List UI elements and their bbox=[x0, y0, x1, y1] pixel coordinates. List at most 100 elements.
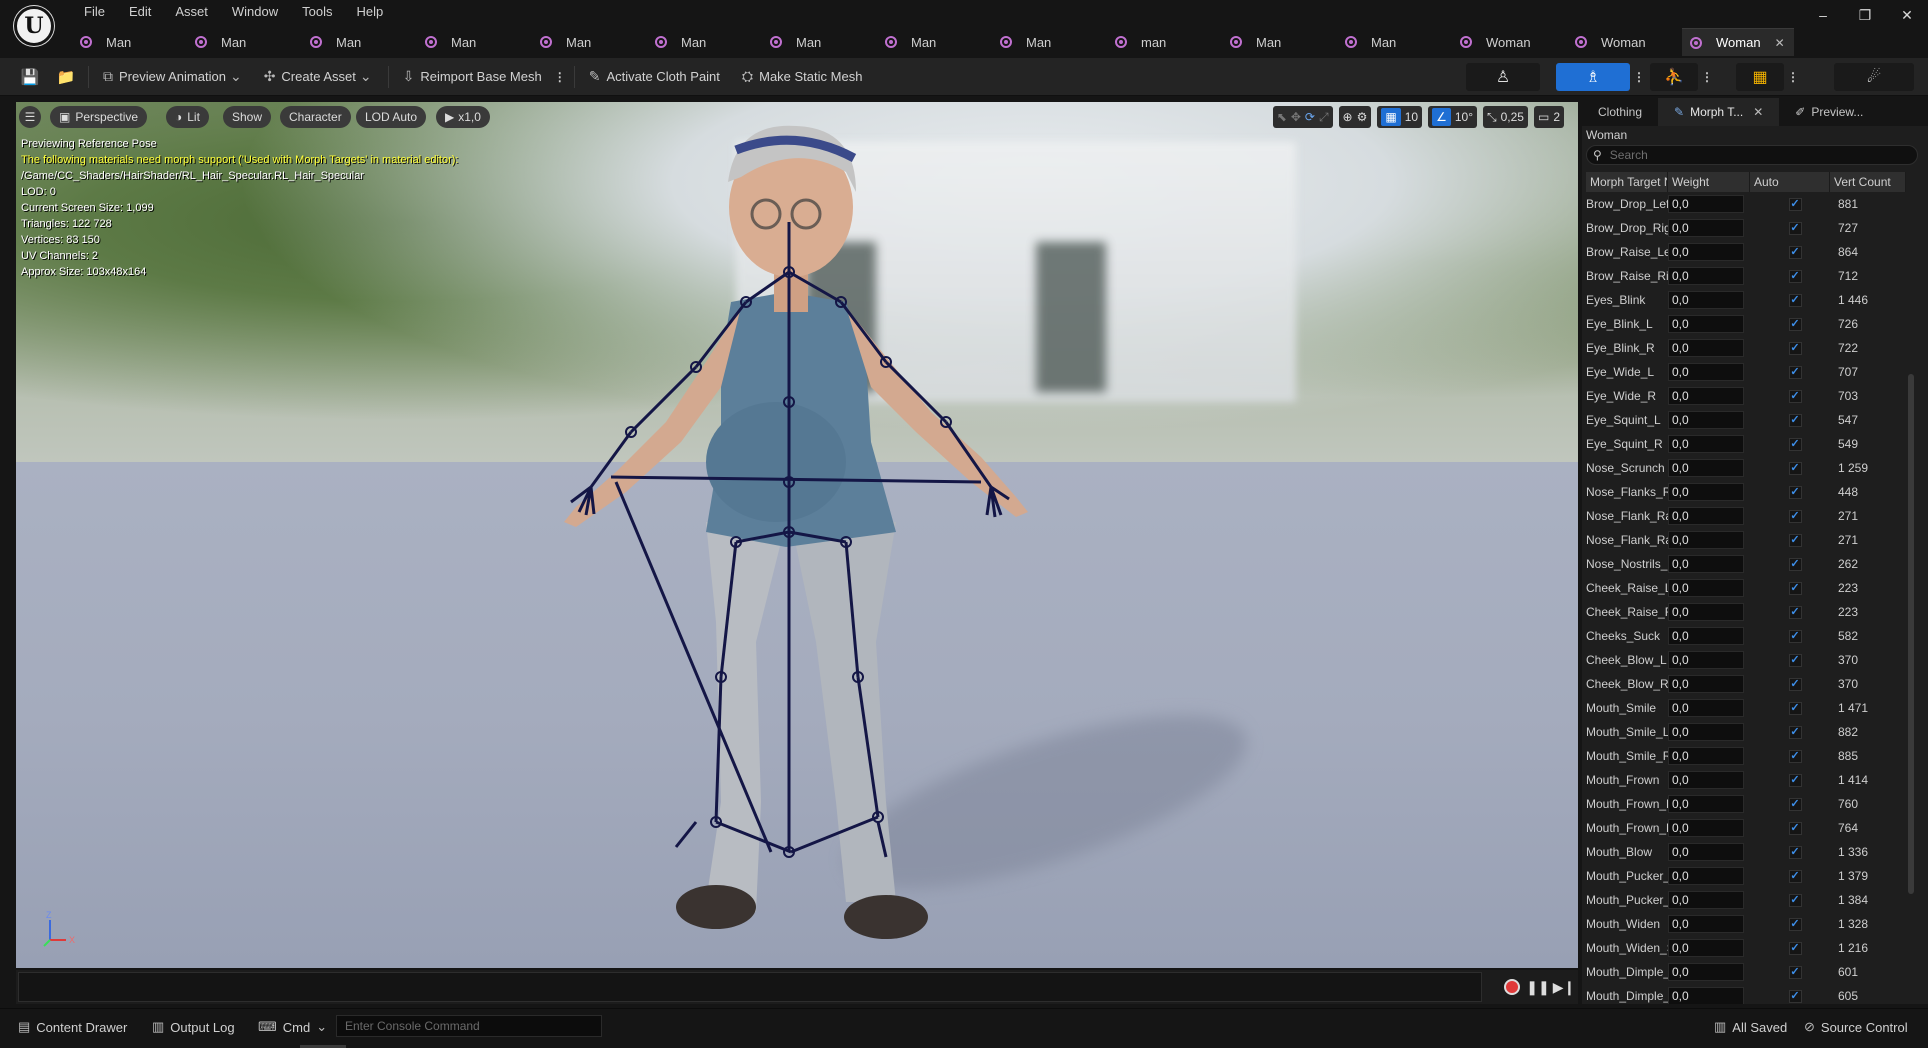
weight-input[interactable]: 0,0 bbox=[1668, 411, 1744, 429]
weight-input[interactable]: 0,0 bbox=[1668, 339, 1744, 357]
step-forward-icon[interactable]: ▶❙ bbox=[1553, 977, 1576, 997]
table-row[interactable]: Nose_Scrunch 0,0 ✓ 1 259 bbox=[1586, 456, 1906, 480]
playback-speed-button[interactable]: ▶ x1,0 bbox=[436, 106, 490, 128]
menu-window[interactable]: Window bbox=[220, 3, 290, 21]
auto-checkbox[interactable]: ✓ bbox=[1788, 845, 1802, 859]
more-options-icon[interactable]: ⋮ bbox=[1698, 70, 1716, 84]
table-row[interactable]: Brow_Drop_Left 0,0 ✓ 881 bbox=[1586, 192, 1906, 216]
table-row[interactable]: Cheek_Raise_R 0,0 ✓ 223 bbox=[1586, 600, 1906, 624]
table-row[interactable]: Mouth_Widen_Sides0,0 ✓ 1 216 bbox=[1586, 936, 1906, 960]
auto-checkbox[interactable]: ✓ bbox=[1788, 869, 1802, 883]
tab-woman-active[interactable]: Woman ✕ bbox=[1682, 28, 1794, 56]
cmd-dropdown[interactable]: ⌨ Cmd ⌄ bbox=[258, 1017, 333, 1037]
tab-man[interactable]: Man bbox=[532, 28, 647, 56]
more-options-icon[interactable]: ⋮ bbox=[1630, 70, 1648, 84]
table-row[interactable]: Brow_Drop_Right0,0 ✓ 727 bbox=[1586, 216, 1906, 240]
table-row[interactable]: Mouth_Smile_L 0,0 ✓ 882 bbox=[1586, 720, 1906, 744]
lod-button[interactable]: LOD Auto bbox=[356, 106, 427, 128]
weight-input[interactable]: 0,0 bbox=[1668, 723, 1744, 741]
rotate-icon[interactable]: ⟳ bbox=[1305, 110, 1315, 124]
column-header-vert-count[interactable]: Vert Count bbox=[1830, 172, 1906, 192]
grid-size-value[interactable]: 10 bbox=[1405, 110, 1418, 124]
lit-button[interactable]: ◑ Lit bbox=[166, 106, 209, 128]
weight-input[interactable]: 0,0 bbox=[1668, 987, 1744, 1004]
weight-input[interactable]: 0,0 bbox=[1668, 819, 1744, 837]
preview-viewport[interactable]: ☰ ▣ Perspective ◑ Lit Show Character LOD A… bbox=[16, 102, 1578, 968]
blueprint-editor-icon[interactable]: ▦ bbox=[1736, 63, 1784, 91]
auto-checkbox[interactable]: ✓ bbox=[1788, 893, 1802, 907]
weight-input[interactable]: 0,0 bbox=[1668, 963, 1744, 981]
table-row[interactable]: Mouth_Frown_L 0,0 ✓ 760 bbox=[1586, 792, 1906, 816]
weight-input[interactable]: 0,0 bbox=[1668, 579, 1744, 597]
table-row[interactable]: Eye_Blink_R 0,0 ✓ 722 bbox=[1586, 336, 1906, 360]
weight-input[interactable]: 0,0 bbox=[1668, 363, 1744, 381]
tab-man[interactable]: Man bbox=[762, 28, 877, 56]
grid-snap-icon[interactable]: ▦ bbox=[1381, 108, 1401, 126]
search-input[interactable] bbox=[1609, 148, 1890, 162]
auto-checkbox[interactable]: ✓ bbox=[1788, 677, 1802, 691]
auto-checkbox[interactable]: ✓ bbox=[1788, 341, 1802, 355]
table-row[interactable]: Eye_Wide_L 0,0 ✓ 707 bbox=[1586, 360, 1906, 384]
weight-input[interactable]: 0,0 bbox=[1668, 243, 1744, 261]
auto-checkbox[interactable]: ✓ bbox=[1788, 413, 1802, 427]
close-tab-icon[interactable]: ✕ bbox=[1753, 105, 1763, 119]
timeline-scrubber[interactable] bbox=[18, 972, 1482, 1002]
tab-man[interactable]: Man bbox=[417, 28, 532, 56]
activate-cloth-paint-button[interactable]: ✎ Activate Cloth Paint bbox=[581, 63, 728, 91]
source-control-button[interactable]: ⊘ Source Control bbox=[1804, 1017, 1908, 1037]
weight-input[interactable]: 0,0 bbox=[1668, 483, 1744, 501]
weight-input[interactable]: 0,0 bbox=[1668, 603, 1744, 621]
table-row[interactable]: Eye_Blink_L 0,0 ✓ 726 bbox=[1586, 312, 1906, 336]
tab-clothing[interactable]: Clothing bbox=[1582, 98, 1658, 126]
weight-input[interactable]: 0,0 bbox=[1668, 795, 1744, 813]
weight-input[interactable]: 0,0 bbox=[1668, 315, 1744, 333]
mesh-editor-icon[interactable]: ♗ bbox=[1556, 63, 1630, 91]
table-row[interactable]: Eyes_Blink 0,0 ✓ 1 446 bbox=[1586, 288, 1906, 312]
table-row[interactable]: Eye_Squint_L 0,0 ✓ 547 bbox=[1586, 408, 1906, 432]
table-row[interactable]: Mouth_Pucker_Down0,0 ✓ 1 384 bbox=[1586, 888, 1906, 912]
auto-checkbox[interactable]: ✓ bbox=[1788, 509, 1802, 523]
weight-input[interactable]: 0,0 bbox=[1668, 291, 1744, 309]
close-window-button[interactable]: ✕ bbox=[1886, 0, 1928, 30]
globe-icon[interactable]: ⊕ bbox=[1343, 110, 1353, 124]
table-row[interactable]: Mouth_Pucker_Up0,0 ✓ 1 379 bbox=[1586, 864, 1906, 888]
content-drawer-button[interactable]: ▤ Content Drawer bbox=[18, 1017, 127, 1037]
weight-input[interactable]: 0,0 bbox=[1668, 435, 1744, 453]
menu-tools[interactable]: Tools bbox=[290, 3, 344, 21]
auto-checkbox[interactable]: ✓ bbox=[1788, 245, 1802, 259]
auto-checkbox[interactable]: ✓ bbox=[1788, 701, 1802, 715]
weight-input[interactable]: 0,0 bbox=[1668, 747, 1744, 765]
menu-edit[interactable]: Edit bbox=[117, 3, 163, 21]
auto-checkbox[interactable]: ✓ bbox=[1788, 773, 1802, 787]
table-row[interactable]: Cheek_Blow_R 0,0 ✓ 370 bbox=[1586, 672, 1906, 696]
tab-morph-targets[interactable]: ✎ Morph T... ✕ bbox=[1658, 98, 1780, 126]
angle-snap-icon[interactable]: ∠ bbox=[1432, 108, 1451, 126]
auto-checkbox[interactable]: ✓ bbox=[1788, 365, 1802, 379]
auto-checkbox[interactable]: ✓ bbox=[1788, 581, 1802, 595]
reimport-base-mesh-button[interactable]: ⇩ Reimport Base Mesh bbox=[395, 63, 550, 91]
auto-checkbox[interactable]: ✓ bbox=[1788, 821, 1802, 835]
table-row[interactable]: Brow_Raise_Right0,0 ✓ 712 bbox=[1586, 264, 1906, 288]
tab-woman[interactable]: Woman bbox=[1452, 28, 1567, 56]
table-row[interactable]: Cheek_Raise_L 0,0 ✓ 223 bbox=[1586, 576, 1906, 600]
table-row[interactable]: Brow_Raise_Left0,0 ✓ 864 bbox=[1586, 240, 1906, 264]
preview-animation-button[interactable]: ⧉ Preview Animation ⌄ bbox=[95, 63, 250, 91]
auto-checkbox[interactable]: ✓ bbox=[1788, 605, 1802, 619]
tab-man[interactable]: Man bbox=[302, 28, 417, 56]
tab-man[interactable]: Man bbox=[1222, 28, 1337, 56]
tab-man[interactable]: Man bbox=[1337, 28, 1452, 56]
weight-input[interactable]: 0,0 bbox=[1668, 699, 1744, 717]
table-row[interactable]: Mouth_Smile 0,0 ✓ 1 471 bbox=[1586, 696, 1906, 720]
table-row[interactable]: Mouth_Frown_R 0,0 ✓ 764 bbox=[1586, 816, 1906, 840]
perspective-button[interactable]: ▣ Perspective bbox=[50, 106, 148, 128]
table-row[interactable]: Nose_Flank_Raise_R0,0 ✓ 271 bbox=[1586, 528, 1906, 552]
auto-checkbox[interactable]: ✓ bbox=[1788, 965, 1802, 979]
scale-snap-value[interactable]: 0,25 bbox=[1501, 110, 1524, 124]
animation-editor-icon[interactable]: ⛹ bbox=[1650, 63, 1698, 91]
weight-input[interactable]: 0,0 bbox=[1668, 675, 1744, 693]
panel-scrollbar[interactable] bbox=[1908, 374, 1914, 894]
weight-input[interactable]: 0,0 bbox=[1668, 651, 1744, 669]
weight-input[interactable]: 0,0 bbox=[1668, 219, 1744, 237]
tab-man[interactable]: Man bbox=[877, 28, 992, 56]
auto-checkbox[interactable]: ✓ bbox=[1788, 485, 1802, 499]
